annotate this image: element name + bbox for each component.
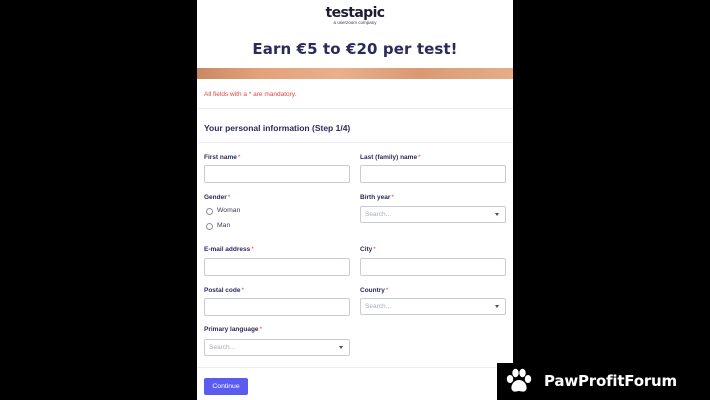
chevron-down-icon bbox=[495, 213, 499, 216]
radio-button[interactable] bbox=[206, 208, 213, 215]
chevron-down-icon bbox=[495, 305, 499, 308]
city-label: City* bbox=[360, 246, 376, 253]
email-label: E-mail address* bbox=[204, 246, 254, 253]
required-marker: * bbox=[373, 246, 376, 253]
pawprofitforum-watermark: PawProfitForum bbox=[497, 363, 710, 400]
required-marker: * bbox=[241, 287, 245, 294]
required-marker: * bbox=[259, 326, 263, 333]
paw-icon bbox=[506, 368, 532, 392]
last-name-input[interactable] bbox=[360, 165, 506, 183]
select-placeholder: Search... bbox=[365, 211, 392, 218]
radio-label: Woman bbox=[217, 207, 241, 214]
last-name-label: Last (family) name* bbox=[360, 154, 421, 161]
radio-label: Man bbox=[217, 222, 231, 229]
birth-year-select[interactable]: Search... bbox=[360, 206, 506, 223]
required-marker: * bbox=[237, 154, 241, 161]
header-banner-image bbox=[197, 68, 513, 79]
mandatory-notice: All fields with a * are mandatory. bbox=[204, 91, 297, 98]
first-name-input[interactable] bbox=[204, 165, 350, 183]
watermark-text: PawProfitForum bbox=[544, 372, 677, 390]
required-marker: * bbox=[391, 194, 394, 201]
radio-button[interactable] bbox=[206, 223, 213, 230]
divider bbox=[197, 108, 513, 109]
gender-label: Gender* bbox=[204, 194, 231, 201]
required-marker: * bbox=[227, 194, 231, 201]
email-input[interactable] bbox=[204, 258, 350, 276]
country-select[interactable]: Search... bbox=[360, 298, 506, 315]
primary-language-select[interactable]: Search... bbox=[204, 339, 350, 356]
divider bbox=[197, 367, 513, 368]
postal-code-label: Postal code* bbox=[204, 287, 245, 294]
signup-panel: testapic a userzoom company Earn €5 to €… bbox=[197, 0, 513, 400]
select-placeholder: Search... bbox=[209, 344, 236, 351]
country-label: Country* bbox=[360, 287, 389, 294]
chevron-down-icon bbox=[339, 346, 343, 349]
required-marker: * bbox=[418, 154, 421, 161]
birth-year-label: Birth year* bbox=[360, 194, 394, 201]
logo-tagline: a userzoom company bbox=[333, 20, 377, 25]
testapic-logo: testapic a userzoom company bbox=[197, 4, 513, 26]
continue-button[interactable]: Continue bbox=[204, 378, 248, 395]
select-placeholder: Search... bbox=[365, 303, 392, 310]
section-title: Your personal information (Step 1/4) bbox=[204, 123, 351, 133]
page-headline: Earn €5 to €20 per test! bbox=[252, 40, 458, 58]
primary-language-label: Primary language* bbox=[204, 326, 263, 333]
first-name-label: First name* bbox=[204, 154, 241, 161]
required-marker: * bbox=[385, 287, 389, 294]
city-input[interactable] bbox=[360, 258, 506, 276]
divider bbox=[197, 142, 513, 143]
required-marker: * bbox=[251, 246, 254, 253]
postal-code-input[interactable] bbox=[204, 298, 350, 316]
